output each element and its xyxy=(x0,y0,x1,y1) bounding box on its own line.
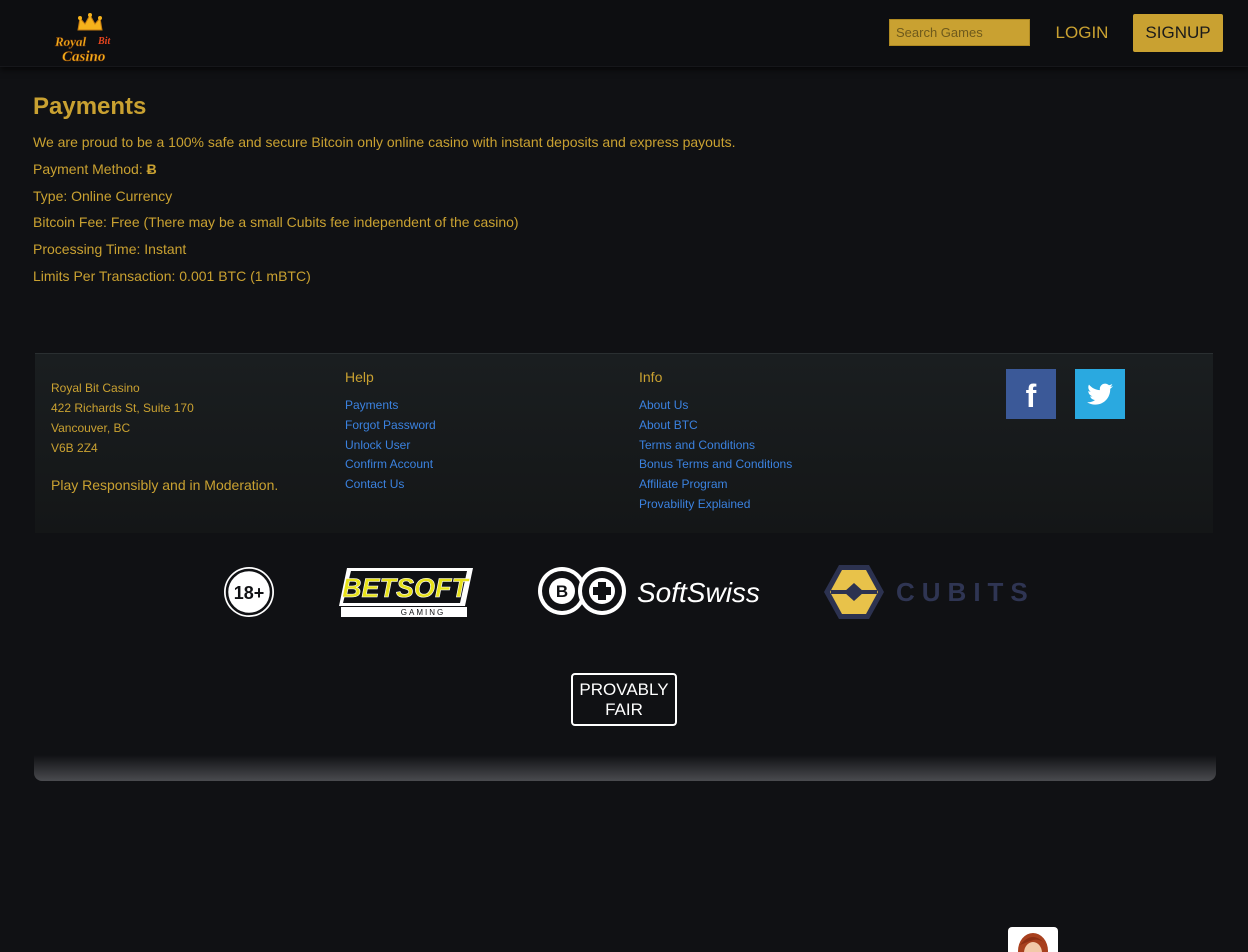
address-line: Vancouver, BC xyxy=(51,421,131,435)
search-games-input[interactable] xyxy=(889,19,1030,46)
info-link-provability[interactable]: Provability Explained xyxy=(639,497,750,511)
footer-bottom-bar xyxy=(34,755,1216,781)
help-heading: Help xyxy=(345,369,374,385)
logo-text-royal: Royal xyxy=(54,34,86,49)
processing-time: Processing Time: Instant xyxy=(33,241,187,257)
payment-method-label: Payment Method: xyxy=(33,161,143,177)
page-title: Payments xyxy=(33,93,147,120)
info-link-terms[interactable]: Terms and Conditions xyxy=(639,438,755,452)
support-agent-icon xyxy=(1018,933,1048,952)
svg-text:B: B xyxy=(556,582,568,601)
help-link-payments[interactable]: Payments xyxy=(345,398,398,412)
provably-line-2: FAIR xyxy=(605,700,643,719)
help-link-forgot-password[interactable]: Forgot Password xyxy=(345,418,436,432)
logo-text-casino: Casino xyxy=(62,49,105,65)
cubits-logo[interactable]: CUBITS xyxy=(824,563,1028,621)
payment-type: Type: Online Currency xyxy=(33,188,173,204)
facebook-glyph: f xyxy=(1026,378,1037,414)
address-line: V6B 2Z4 xyxy=(51,441,98,455)
info-link-affiliate[interactable]: Affiliate Program xyxy=(639,477,727,491)
address-line: Royal Bit Casino xyxy=(51,381,140,395)
payment-method-line: Payment Method: Ƀ xyxy=(33,161,157,177)
betsoft-gaming-logo[interactable]: BETSOFT GAMING xyxy=(337,566,473,618)
softswiss-logo[interactable]: B SoftSwiss xyxy=(537,564,765,620)
betsoft-text: BETSOFT xyxy=(342,573,471,603)
login-button[interactable]: LOGIN xyxy=(1050,21,1114,45)
provably-line-1: PROVABLY xyxy=(579,680,669,699)
betsoft-subtext: GAMING xyxy=(401,608,445,617)
info-heading: Info xyxy=(639,369,663,385)
transaction-limits: Limits Per Transaction: 0.001 BTC (1 mBT… xyxy=(33,268,311,284)
help-link-unlock-user[interactable]: Unlock User xyxy=(345,438,410,452)
facebook-button[interactable]: f xyxy=(1006,369,1056,419)
royal-bit-casino-logo[interactable]: Royal Bit Casino xyxy=(52,12,130,66)
age-label: 18+ xyxy=(234,583,265,603)
twitter-button[interactable] xyxy=(1075,369,1125,419)
payments-intro: We are proud to be a 100% safe and secur… xyxy=(33,134,736,150)
facebook-icon: f xyxy=(1026,378,1037,414)
info-link-bonus-terms[interactable]: Bonus Terms and Conditions xyxy=(639,457,792,471)
logo-text-bit: Bit xyxy=(97,36,111,47)
info-link-about-btc[interactable]: About BTC xyxy=(639,418,698,432)
help-link-contact-us[interactable]: Contact Us xyxy=(345,477,404,491)
bitcoin-icon: Ƀ xyxy=(146,161,157,177)
address-line: 422 Richards St, Suite 170 xyxy=(51,401,194,415)
site-header: Royal Bit Casino LOGIN SIGNUP xyxy=(0,0,1248,67)
moderation-note: Play Responsibly and in Moderation. xyxy=(51,477,279,493)
payment-fee: Bitcoin Fee: Free (There may be a small … xyxy=(33,214,519,230)
age-restriction-18-icon: 18+ xyxy=(224,567,274,617)
twitter-icon xyxy=(1087,383,1113,405)
softswiss-text: SoftSwiss xyxy=(637,577,760,608)
help-link-confirm-account[interactable]: Confirm Account xyxy=(345,457,433,471)
live-chat-avatar[interactable] xyxy=(1008,927,1058,952)
info-link-about-us[interactable]: About Us xyxy=(639,398,688,412)
provably-fair-badge[interactable]: PROVABLY FAIR xyxy=(571,673,677,726)
signup-button[interactable]: SIGNUP xyxy=(1133,14,1223,52)
cubits-text: CUBITS xyxy=(896,577,1028,607)
